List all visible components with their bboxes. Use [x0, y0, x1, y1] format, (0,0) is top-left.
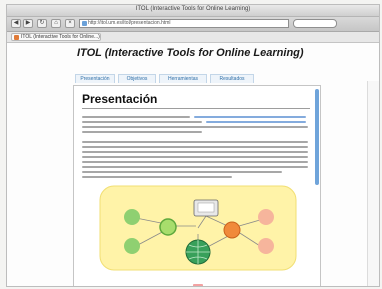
gear-icon	[159, 218, 177, 236]
back-button[interactable]: ◀	[11, 19, 21, 28]
paragraph-line	[82, 161, 308, 163]
tab-label: ITOL (Interactive Tools for Online...)	[21, 34, 100, 40]
itol-diagram	[99, 185, 297, 271]
right-node-top	[258, 209, 274, 225]
paragraph-line	[82, 176, 232, 178]
address-text: http://itol.um.es/itol/presentacion.html	[88, 20, 171, 26]
paragraph-line	[82, 126, 308, 128]
paragraph-link[interactable]	[194, 116, 306, 118]
tab-favicon-icon	[14, 35, 19, 40]
tab-resultados[interactable]: Resultados	[210, 74, 254, 83]
address-bar[interactable]: http://itol.um.es/itol/presentacion.html	[79, 19, 289, 28]
home-icon: ⌂	[54, 20, 58, 26]
window-title: ITOL (Interactive Tools for Online Learn…	[135, 6, 251, 12]
stop-button[interactable]: ×	[65, 19, 75, 28]
window-scrollbar[interactable]	[367, 81, 379, 286]
paragraph-line	[82, 171, 282, 173]
page-heading: Presentación	[82, 92, 158, 106]
left-node-bottom	[124, 238, 140, 254]
page-content: ITOL (Interactive Tools for Online Learn…	[7, 43, 379, 286]
tab-presentacion[interactable]: Presentación	[75, 74, 115, 83]
paragraph-line	[82, 116, 190, 118]
forward-button[interactable]: ▶	[23, 19, 33, 28]
tab-herramientas[interactable]: Herramientas	[159, 74, 207, 83]
site-title: ITOL (Interactive Tools for Online Learn…	[77, 47, 304, 59]
paragraph-line	[82, 151, 308, 153]
paragraph-line	[82, 121, 202, 123]
tab-objetivos[interactable]: Objetivos	[118, 74, 156, 83]
hub-node	[223, 221, 241, 239]
tab-strip: ITOL (Interactive Tools for Online...)	[7, 32, 379, 43]
search-input[interactable]	[293, 19, 337, 28]
paragraph-line	[82, 146, 308, 148]
reload-icon: ↻	[39, 20, 45, 26]
main-panel: Presentación	[73, 85, 321, 286]
browser-tab[interactable]: ITOL (Interactive Tools for Online...)	[11, 33, 101, 41]
site-favicon-icon	[82, 21, 87, 26]
paragraph-line	[82, 156, 308, 158]
browser-toolbar: ◀ ▶ ↻ ⌂ × http://itol.um.es/itol/present…	[7, 17, 379, 32]
heading-divider	[82, 108, 310, 109]
home-button[interactable]: ⌂	[51, 19, 61, 28]
paragraph-line	[82, 131, 202, 133]
paragraph-line	[82, 141, 308, 143]
bottom-marker	[193, 284, 203, 286]
browser-window: ITOL (Interactive Tools for Online Learn…	[6, 4, 380, 287]
title-bar: ITOL (Interactive Tools for Online Learn…	[7, 5, 379, 17]
left-node-top	[124, 209, 140, 225]
paragraph-link[interactable]	[206, 121, 306, 123]
close-icon: ×	[68, 20, 72, 26]
paragraph-line	[82, 166, 308, 168]
right-node-bottom	[258, 238, 274, 254]
reload-button[interactable]: ↻	[37, 19, 47, 28]
page-scrollbar[interactable]	[315, 89, 319, 185]
